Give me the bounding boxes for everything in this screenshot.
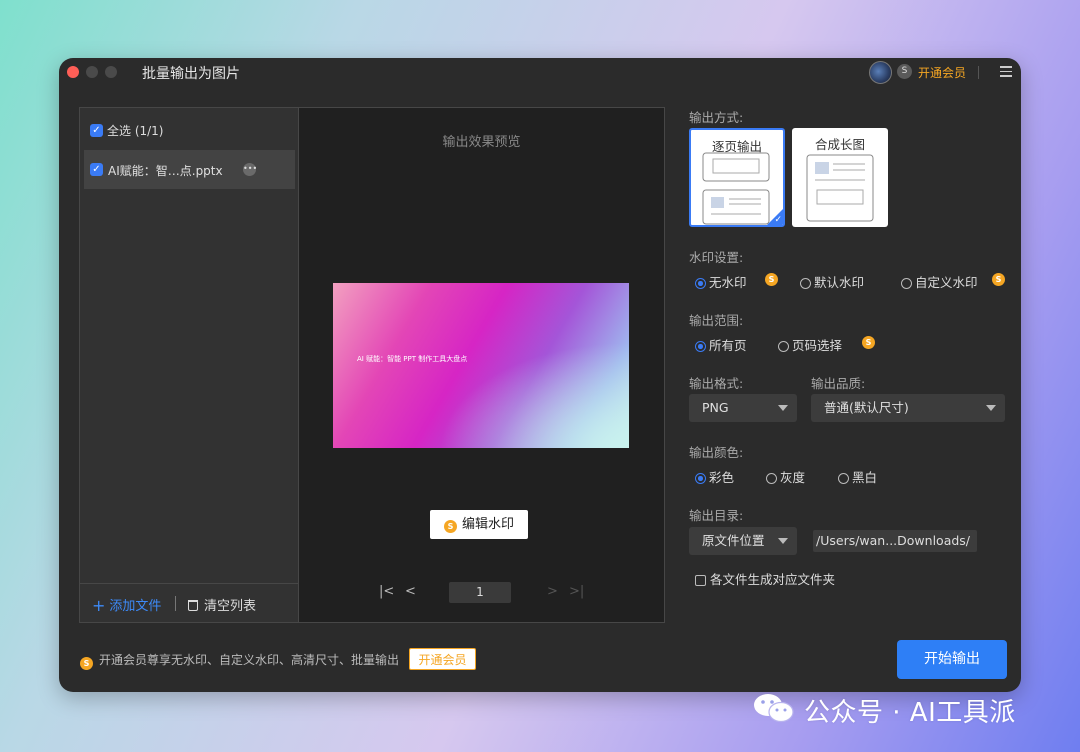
wechat-watermark: 公众号 · AI工具派: [752, 690, 1052, 730]
radio-no-watermark[interactable]: 无水印: [695, 272, 747, 291]
long-image-illustration-icon: [806, 154, 874, 222]
page-navigator: |< < 1 > >|: [299, 582, 664, 604]
vip-badge-icon: S: [897, 64, 912, 79]
watermark-text: 公众号 · AI工具派: [804, 698, 1016, 728]
check-icon: ✓: [774, 215, 782, 225]
radio-grayscale[interactable]: 灰度: [766, 467, 805, 486]
file-name: AI赋能：智…点.pptx: [108, 164, 223, 178]
radio-all-pages[interactable]: 所有页: [695, 335, 747, 354]
select-all-checkbox[interactable]: ✓ 全选 (1/1): [90, 122, 164, 139]
coin-icon: S: [992, 273, 1005, 286]
coin-icon: S: [765, 273, 778, 286]
slide-thumbnail: AI 赋能：智能 PPT 制作工具大盘点: [333, 283, 629, 448]
coin-icon: S: [80, 657, 93, 670]
color-label: 输出颜色:: [689, 445, 744, 460]
vip-promo-text: S 开通会员尊享无水印、自定义水印、高清尺寸、批量输出: [80, 651, 399, 670]
open-vip-link[interactable]: 开通会员: [918, 64, 966, 81]
output-path-field[interactable]: /Users/wan...Downloads/: [813, 530, 977, 552]
title-bar: 批量输出为图片 S 开通会员: [59, 58, 1021, 86]
plus-icon: +: [92, 596, 106, 615]
per-file-folder-checkbox[interactable]: 各文件生成对应文件夹: [695, 569, 835, 588]
directory-location-dropdown[interactable]: 原文件位置: [689, 527, 797, 555]
format-label: 输出格式:: [689, 376, 744, 391]
radio-custom-watermark[interactable]: 自定义水印: [901, 272, 978, 291]
output-mode-label: 输出方式:: [689, 110, 744, 125]
user-avatar[interactable]: [869, 61, 892, 84]
checkbox-checked-icon: ✓: [90, 124, 103, 137]
mode-card-long-image[interactable]: 合成长图: [792, 128, 888, 227]
close-window-button[interactable]: [67, 66, 79, 78]
prev-page-icon[interactable]: <: [405, 584, 416, 599]
page-number-input[interactable]: 1: [449, 582, 511, 603]
file-list-footer: + 添加文件 清空列表: [80, 583, 298, 622]
wechat-logo-icon: [754, 694, 794, 723]
minimize-window-button[interactable]: [86, 66, 98, 78]
footer-divider: [175, 596, 176, 611]
radio-black-white[interactable]: 黑白: [838, 467, 877, 486]
caret-down-icon: [778, 538, 788, 544]
range-label: 输出范围:: [689, 313, 744, 328]
file-list-panel: ✓ 全选 (1/1) ✓ AI赋能：智…点.pptx ••• + 添加文件 清空列表: [79, 107, 299, 623]
checkbox-checked-icon[interactable]: ✓: [90, 163, 103, 176]
checkbox-unchecked-icon[interactable]: [695, 575, 706, 586]
caret-down-icon: [778, 405, 788, 411]
more-options-icon[interactable]: •••: [243, 163, 257, 176]
format-dropdown[interactable]: PNG: [689, 394, 797, 422]
mode-card-per-page[interactable]: 逐页输出 ✓: [689, 128, 785, 227]
caret-down-icon: [986, 405, 996, 411]
window-title: 批量输出为图片: [142, 66, 240, 82]
last-page-icon[interactable]: >|: [569, 584, 584, 599]
start-export-button[interactable]: 开始输出: [897, 640, 1007, 679]
preview-title: 输出效果预览: [442, 135, 521, 150]
quality-label: 输出品质:: [811, 376, 866, 391]
quality-dropdown[interactable]: 普通(默认尺寸): [811, 394, 1005, 422]
watermark-label: 水印设置:: [689, 250, 744, 265]
footer-open-vip-button[interactable]: 开通会员: [409, 648, 476, 670]
slide-title-text: AI 赋能：智能 PPT 制作工具大盘点: [357, 355, 468, 363]
add-file-button[interactable]: + 添加文件: [92, 595, 161, 615]
clear-list-button[interactable]: 清空列表: [188, 595, 256, 614]
radio-page-select[interactable]: 页码选择: [778, 335, 842, 354]
titlebar-divider: [978, 66, 979, 79]
file-list-item[interactable]: ✓ AI赋能：智…点.pptx •••: [84, 150, 295, 189]
maximize-window-button[interactable]: [105, 66, 117, 78]
coin-icon: S: [443, 520, 457, 533]
preview-panel: 输出效果预览 AI 赋能：智能 PPT 制作工具大盘点 S 编辑水印 |< < 1…: [299, 107, 665, 623]
radio-default-watermark[interactable]: 默认水印: [800, 272, 864, 291]
coin-icon: S: [862, 336, 875, 349]
next-page-icon[interactable]: >: [547, 584, 558, 599]
directory-label: 输出目录:: [689, 508, 744, 523]
edit-watermark-button[interactable]: S 编辑水印: [430, 510, 528, 539]
export-dialog-window: 批量输出为图片 S 开通会员 ✓ 全选 (1/1) ✓ AI赋能：智…点.pptx…: [59, 58, 1021, 692]
hamburger-menu-icon[interactable]: [1000, 66, 1012, 78]
first-page-icon[interactable]: |<: [379, 584, 394, 599]
radio-color[interactable]: 彩色: [695, 467, 734, 486]
trash-icon: [188, 600, 198, 611]
